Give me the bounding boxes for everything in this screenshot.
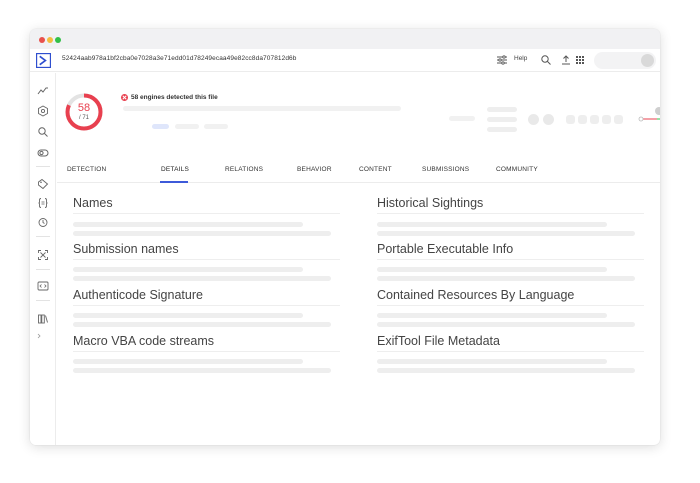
section-divider (73, 305, 340, 306)
placeholder-line (377, 313, 607, 318)
placeholder-line (377, 231, 635, 236)
file-tabs: DETECTION DETAILS RELATIONS BEHAVIOR CON… (57, 161, 660, 183)
tab-content[interactable]: CONTENT (359, 166, 392, 173)
tab-submissions[interactable]: SUBMISSIONS (422, 166, 469, 173)
placeholder-box (578, 115, 587, 124)
tab-detection[interactable]: DETECTION (67, 166, 106, 173)
file-hash: 52424aab978a1bf2cba0e7028a3e71edd01d7824… (62, 55, 297, 62)
placeholder-line (73, 359, 303, 364)
section-title-authenticode-signature[interactable]: Authenticode Signature (73, 288, 203, 302)
library-icon[interactable] (37, 313, 49, 325)
avatar (641, 54, 654, 67)
search-icon[interactable] (540, 54, 552, 66)
section-title-contained-resources-by-language[interactable]: Contained Resources By Language (377, 288, 574, 302)
placeholder-line (73, 276, 331, 281)
section-divider (377, 305, 644, 306)
tab-community[interactable]: COMMUNITY (496, 166, 538, 173)
browser-window: 52424aab978a1bf2cba0e7028a3e71edd01d7824… (30, 29, 660, 445)
tag-chip[interactable] (204, 124, 228, 129)
section-divider (377, 351, 644, 352)
minimize-window-button[interactable] (47, 37, 53, 43)
section-divider (377, 259, 644, 260)
placeholder-box (614, 115, 623, 124)
section-title-exiftool-file-metadata[interactable]: ExifTool File Metadata (377, 334, 500, 348)
placeholder-line (377, 359, 607, 364)
apps-grid-icon[interactable] (574, 54, 586, 66)
placeholder-box (602, 115, 611, 124)
placeholder-line (73, 231, 331, 236)
placeholder-line (377, 222, 607, 227)
placeholder-line (377, 276, 635, 281)
placeholder-circle (528, 114, 539, 125)
window-titlebar (30, 29, 660, 49)
section-title-submission-names[interactable]: Submission names (73, 242, 179, 256)
activity-icon[interactable] (37, 85, 49, 97)
top-bar: 52424aab978a1bf2cba0e7028a3e71edd01d7824… (30, 49, 660, 72)
detections-count: 58 (77, 102, 91, 114)
placeholder-line (449, 116, 475, 121)
sidebar-divider (36, 166, 50, 167)
placeholder-box (566, 115, 575, 124)
timer-icon[interactable] (37, 216, 49, 228)
section-divider (73, 213, 340, 214)
filters-icon[interactable] (496, 54, 508, 66)
section-title-names[interactable]: Names (73, 196, 113, 210)
close-window-button[interactable] (39, 37, 45, 43)
upload-icon[interactable] (560, 54, 572, 66)
hexagon-network-icon[interactable] (37, 105, 49, 117)
chevron-right-icon[interactable] (36, 333, 42, 339)
placeholder-line (73, 313, 303, 318)
placeholder-line (123, 106, 401, 111)
placeholder-line (487, 107, 517, 112)
section-divider (377, 213, 644, 214)
tag-chip[interactable] (152, 124, 169, 129)
alert-icon (121, 94, 128, 101)
expand-icon[interactable] (37, 249, 49, 261)
sidebar-divider (36, 269, 50, 270)
tab-relations[interactable]: RELATIONS (225, 166, 263, 173)
code-icon[interactable] (37, 280, 49, 292)
tag-chip[interactable] (175, 124, 199, 129)
placeholder-line (73, 267, 303, 272)
logo-icon[interactable] (36, 53, 51, 68)
detection-message: 58 engines detected this file (131, 94, 218, 101)
active-tab-indicator (160, 181, 188, 183)
tag-icon[interactable] (37, 178, 49, 190)
placeholder-line (487, 127, 517, 132)
relations-graph-preview[interactable] (637, 105, 660, 127)
sidebar-divider (36, 300, 50, 301)
help-link[interactable]: Help (514, 55, 527, 62)
section-title-portable-executable-info[interactable]: Portable Executable Info (377, 242, 513, 256)
toggle-icon[interactable] (37, 147, 49, 159)
placeholder-circle (543, 114, 554, 125)
section-title-historical-sightings[interactable]: Historical Sightings (377, 196, 483, 210)
section-divider (73, 259, 340, 260)
placeholder-line (73, 368, 331, 373)
sidebar (30, 73, 56, 445)
total-engines: / 71 (78, 115, 89, 121)
file-summary: 58 / 71 58 engines detected this file (57, 73, 660, 161)
placeholder-line (487, 117, 517, 122)
sidebar-divider (36, 236, 50, 237)
placeholder-line (377, 368, 635, 373)
placeholder-box (590, 115, 599, 124)
braces-icon[interactable] (37, 197, 49, 209)
tab-behavior[interactable]: BEHAVIOR (297, 166, 332, 173)
placeholder-line (73, 322, 331, 327)
section-divider (73, 351, 340, 352)
section-title-macro-vba-code-streams[interactable]: Macro VBA code streams (73, 334, 214, 348)
account-menu[interactable] (594, 52, 656, 69)
tab-details[interactable]: DETAILS (161, 166, 189, 173)
maximize-window-button[interactable] (55, 37, 61, 43)
placeholder-line (377, 267, 607, 272)
placeholder-line (73, 222, 303, 227)
search-icon[interactable] (37, 126, 49, 138)
placeholder-line (377, 322, 635, 327)
